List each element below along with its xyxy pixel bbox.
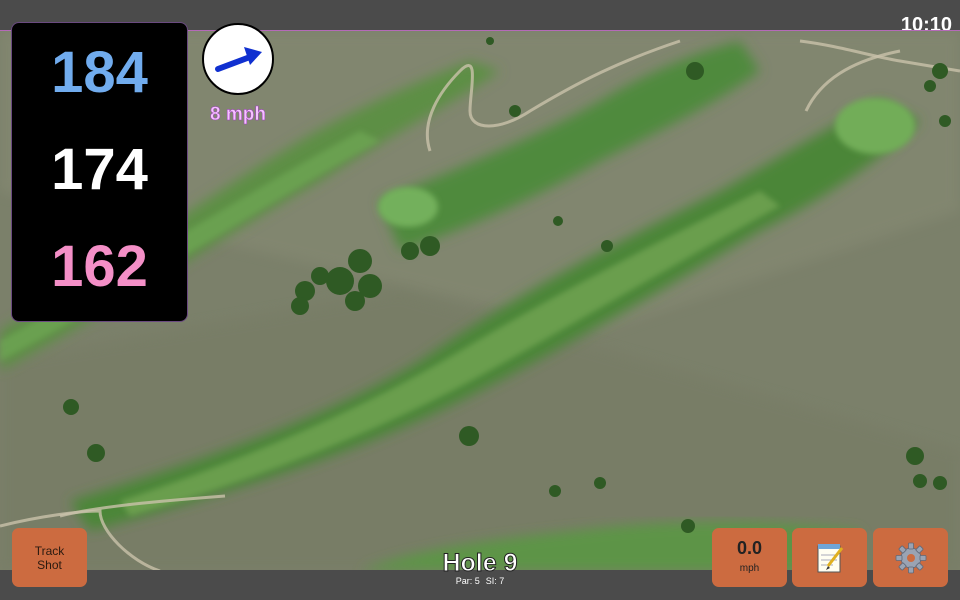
distance-panel: 184 174 162 bbox=[11, 22, 188, 322]
wind-adjust-button[interactable]: 0.0 mph bbox=[712, 528, 787, 587]
track-shot-button[interactable]: Track Shot bbox=[12, 528, 87, 587]
middle-distance: 174 bbox=[51, 137, 148, 202]
wind-indicator bbox=[202, 23, 274, 95]
settings-button[interactable] bbox=[873, 528, 948, 587]
stroke-index-label: SI: 7 bbox=[485, 576, 505, 586]
track-shot-label: Track Shot bbox=[34, 543, 65, 572]
wind-speed-label: 8 mph bbox=[210, 104, 266, 126]
hole-title: Hole 9 bbox=[442, 549, 518, 578]
notepad-icon bbox=[817, 543, 843, 572]
notes-button[interactable] bbox=[792, 528, 867, 587]
back-distance: 184 bbox=[51, 40, 148, 105]
par-label: Par: 5 bbox=[455, 576, 480, 586]
wind-arrow-icon bbox=[215, 47, 262, 72]
wind-value: 0.0 bbox=[736, 538, 763, 558]
front-distance: 162 bbox=[51, 234, 148, 299]
hole-info: Par: 5 SI: 7 bbox=[380, 576, 580, 586]
gear-icon bbox=[895, 542, 926, 573]
wind-unit: mph bbox=[739, 563, 760, 574]
